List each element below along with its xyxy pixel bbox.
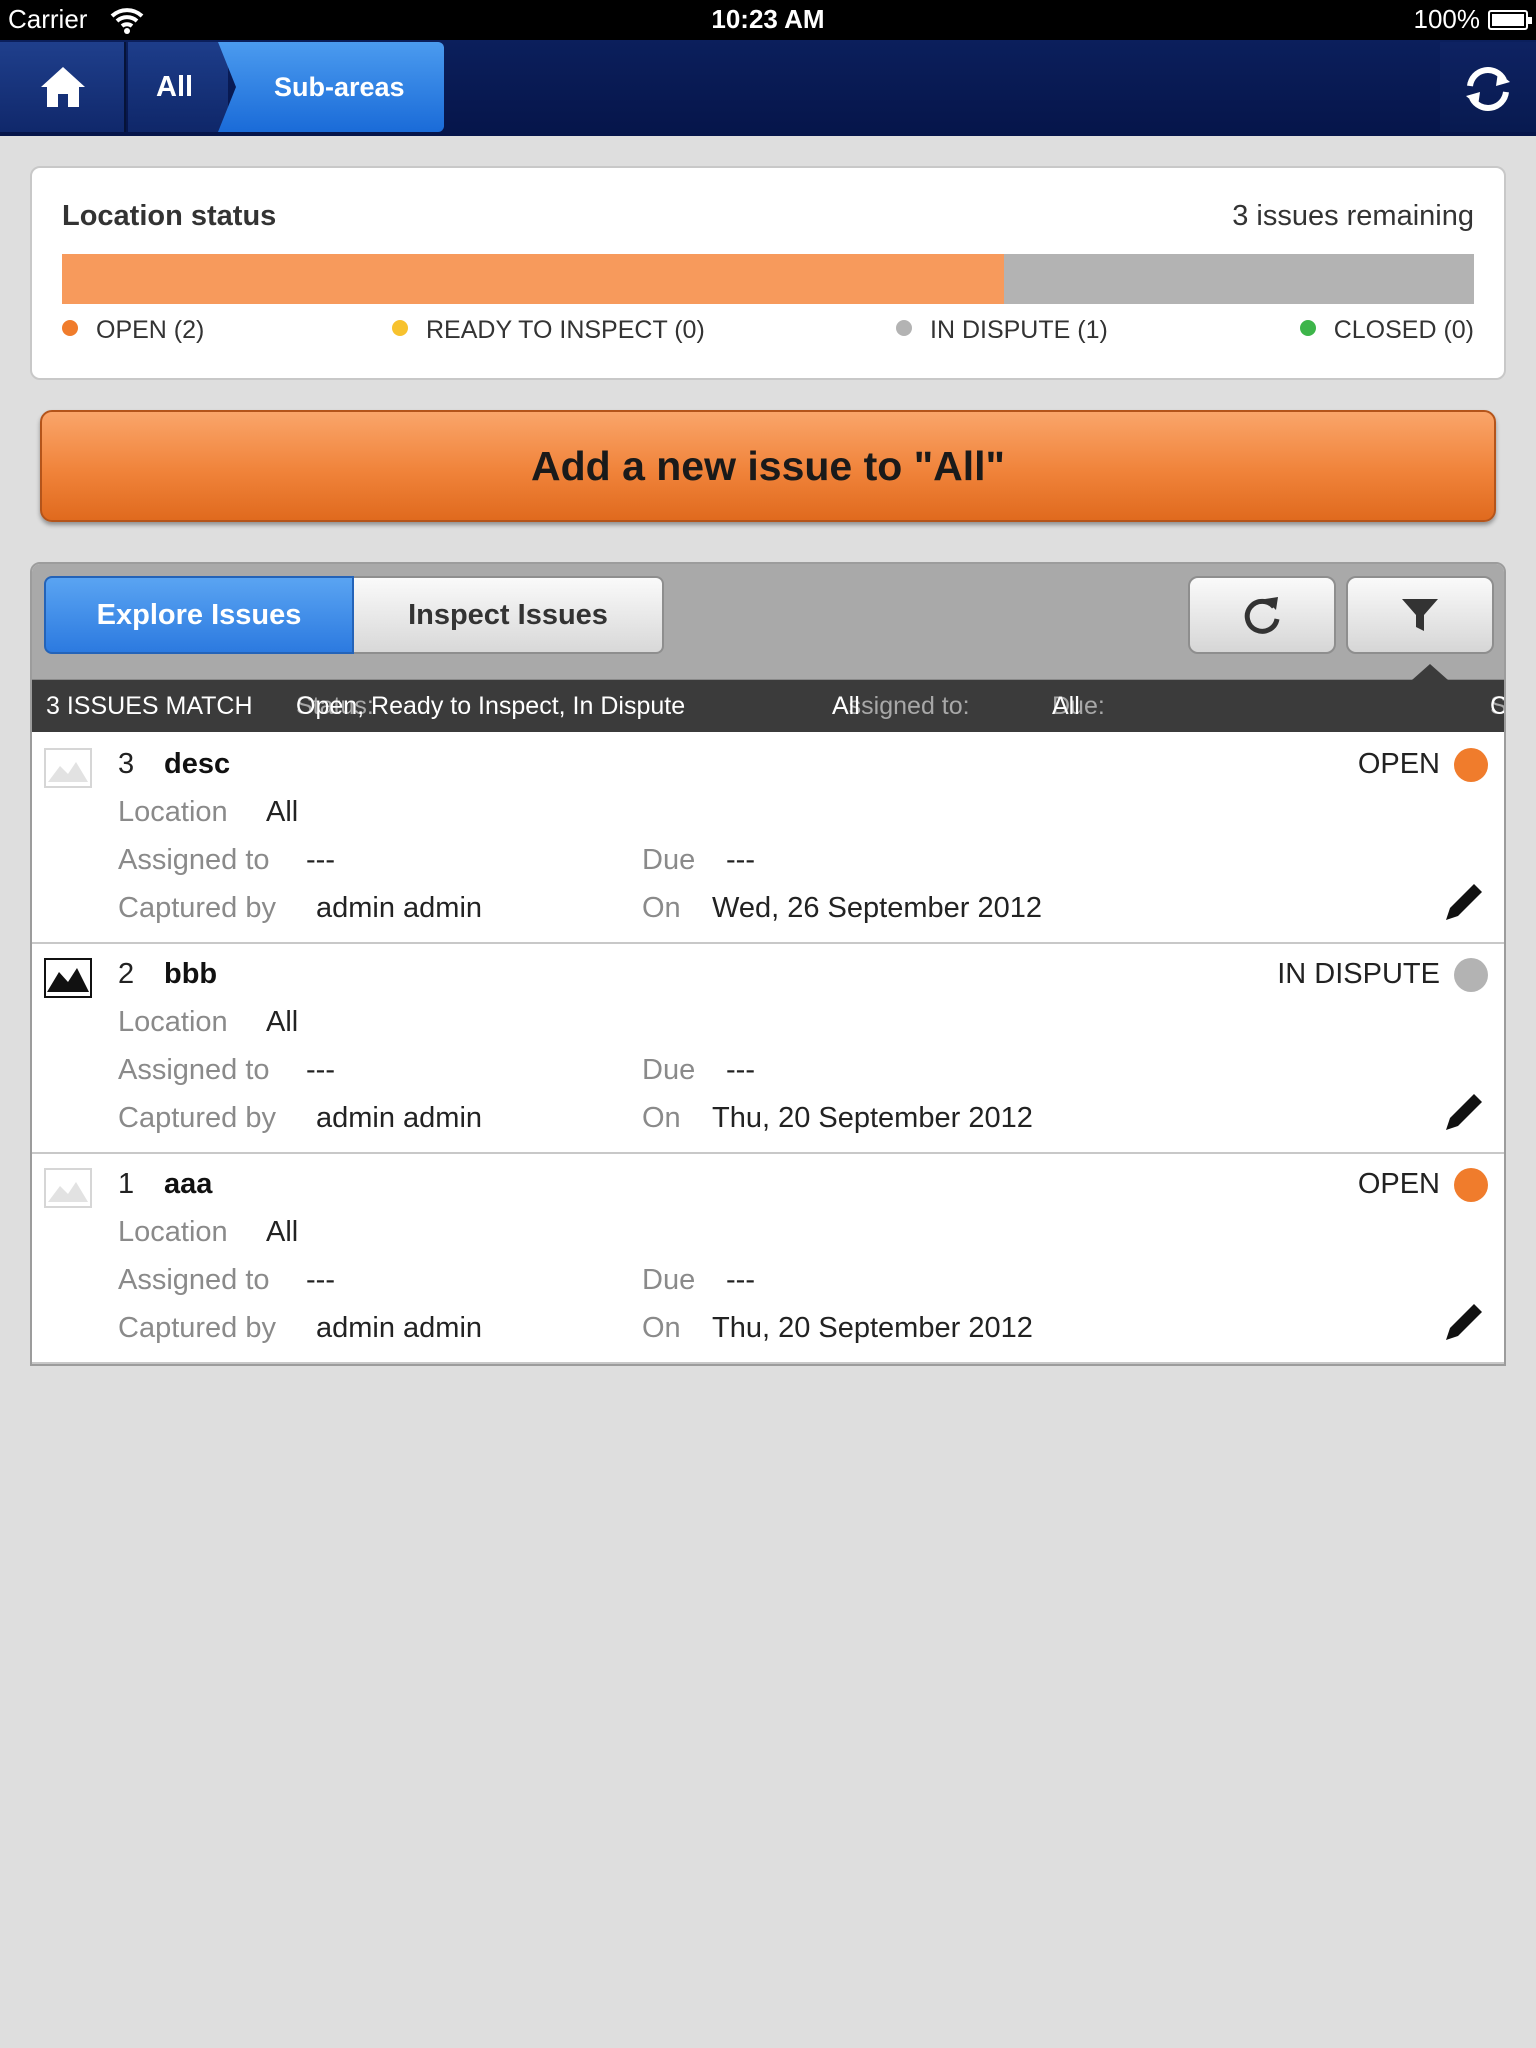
location-status-panel: Location status 3 issues remaining OPEN … xyxy=(30,166,1506,380)
filter-caret xyxy=(1412,664,1448,680)
legend-label-ready: READY TO INSPECT (0) xyxy=(426,316,705,344)
status-progress-bar xyxy=(62,254,1474,304)
issue-title: aaa xyxy=(164,1168,213,1200)
due-label: Due xyxy=(642,844,696,876)
nav-bar: All Sub-areas xyxy=(0,40,1536,136)
on-label: On xyxy=(642,1312,681,1344)
filter-status-value: Open, Ready to Inspect, In Dispute xyxy=(296,692,686,720)
captured-by-label: Captured by xyxy=(118,1312,276,1344)
legend-closed: CLOSED (0) xyxy=(1299,316,1474,345)
location-label: Location xyxy=(118,796,228,828)
location-value: All xyxy=(266,1216,299,1248)
filter-icon xyxy=(1402,599,1438,631)
sync-icon xyxy=(1466,67,1510,111)
tab-explore-issues[interactable]: Explore Issues xyxy=(44,576,354,654)
on-label: On xyxy=(642,1102,681,1134)
status-bar: Carrier 10:23 AM 100% xyxy=(0,0,1536,40)
assigned-label: Assigned to xyxy=(118,844,270,876)
placeholder-image-icon xyxy=(44,1168,92,1208)
filter-button[interactable] xyxy=(1346,576,1494,654)
breadcrumb-sub-areas[interactable]: Sub-areas xyxy=(218,42,444,132)
home-button[interactable] xyxy=(0,42,126,132)
filter-assigned-value: All xyxy=(832,692,860,720)
photo-image-icon xyxy=(44,958,92,998)
location-label: Location xyxy=(118,1216,228,1248)
issue-status: OPEN xyxy=(1357,1168,1440,1200)
edit-pencil-icon[interactable] xyxy=(1442,880,1486,924)
issues-remaining: 3 issues remaining xyxy=(1232,200,1474,232)
issue-status: IN DISPUTE xyxy=(1277,958,1440,990)
captured-by-value: admin admin xyxy=(316,1312,483,1344)
legend-open: OPEN (2) xyxy=(62,316,204,345)
due-label: Due xyxy=(642,1054,696,1086)
location-value: All xyxy=(266,796,299,828)
issues-toolbar: Explore Issues Inspect Issues xyxy=(32,564,1504,680)
legend-dot-closed xyxy=(1299,320,1316,336)
filter-summary-bar: 3 ISSUES MATCH Status: Open, Ready to In… xyxy=(32,680,1504,732)
due-label: Due xyxy=(642,1264,696,1296)
issues-panel: Explore Issues Inspect Issues 3 ISSUES M… xyxy=(30,562,1506,1366)
legend-dot-open xyxy=(62,320,78,336)
status-dot xyxy=(1454,1168,1488,1202)
status-dot xyxy=(1454,958,1488,992)
assigned-value: --- xyxy=(306,844,335,876)
sort-by-value: Captured On xyxy=(1490,680,1504,732)
assigned-value: --- xyxy=(306,1264,335,1296)
home-icon xyxy=(41,67,85,107)
assigned-label: Assigned to xyxy=(118,1264,270,1296)
captured-by-value: admin admin xyxy=(316,892,483,924)
issue-row[interactable]: 1 aaa OPEN Location All Assigned to --- … xyxy=(32,1154,1504,1364)
battery-icon xyxy=(1488,10,1532,30)
legend-label-dispute: IN DISPUTE (1) xyxy=(930,316,1108,344)
captured-by-label: Captured by xyxy=(118,892,276,924)
status-dot xyxy=(1454,748,1488,782)
due-value: --- xyxy=(726,1264,755,1296)
legend-dispute: IN DISPUTE (1) xyxy=(896,316,1108,345)
legend-label-open: OPEN (2) xyxy=(96,316,205,344)
progress-open-fill xyxy=(62,254,1004,304)
on-value: Wed, 26 September 2012 xyxy=(712,892,1042,924)
issue-title: desc xyxy=(164,748,231,780)
edit-pencil-icon[interactable] xyxy=(1442,1090,1486,1134)
refresh-icon xyxy=(1244,597,1280,634)
on-label: On xyxy=(642,892,681,924)
legend-ready: READY TO INSPECT (0) xyxy=(392,316,705,345)
assigned-value: --- xyxy=(306,1054,335,1086)
on-value: Thu, 20 September 2012 xyxy=(712,1312,1033,1344)
due-value: --- xyxy=(726,1054,755,1086)
refresh-button[interactable] xyxy=(1188,576,1336,654)
clock: 10:23 AM xyxy=(711,4,825,34)
sync-button[interactable] xyxy=(1440,42,1536,132)
captured-by-label: Captured by xyxy=(118,1102,276,1134)
captured-by-value: admin admin xyxy=(316,1102,483,1134)
location-label: Location xyxy=(118,1006,228,1038)
placeholder-image-icon xyxy=(44,748,92,788)
issue-number: 2 xyxy=(118,958,135,990)
match-count: 3 ISSUES MATCH xyxy=(46,692,253,720)
location-status-title: Location status xyxy=(62,200,277,232)
issue-row[interactable]: 3 desc OPEN Location All Assigned to ---… xyxy=(32,734,1504,944)
filter-due-value: All xyxy=(1052,692,1080,720)
issue-row[interactable]: 2 bbb IN DISPUTE Location All Assigned t… xyxy=(32,944,1504,1154)
on-value: Thu, 20 September 2012 xyxy=(712,1102,1033,1134)
legend-label-closed: CLOSED (0) xyxy=(1333,316,1474,344)
breadcrumb-all[interactable]: All xyxy=(128,42,228,132)
issue-number: 1 xyxy=(118,1168,135,1200)
issue-title: bbb xyxy=(164,958,218,990)
issue-number: 3 xyxy=(118,748,135,780)
legend-dot-dispute xyxy=(896,320,912,336)
location-value: All xyxy=(266,1006,299,1038)
battery-percent: 100% xyxy=(1413,4,1481,34)
due-value: --- xyxy=(726,844,755,876)
tab-inspect-issues[interactable]: Inspect Issues xyxy=(354,576,664,654)
add-issue-button[interactable]: Add a new issue to "All" xyxy=(40,410,1496,522)
edit-pencil-icon[interactable] xyxy=(1442,1300,1486,1344)
assigned-label: Assigned to xyxy=(118,1054,270,1086)
issue-status: OPEN xyxy=(1357,748,1440,780)
legend-dot-ready xyxy=(392,320,408,336)
